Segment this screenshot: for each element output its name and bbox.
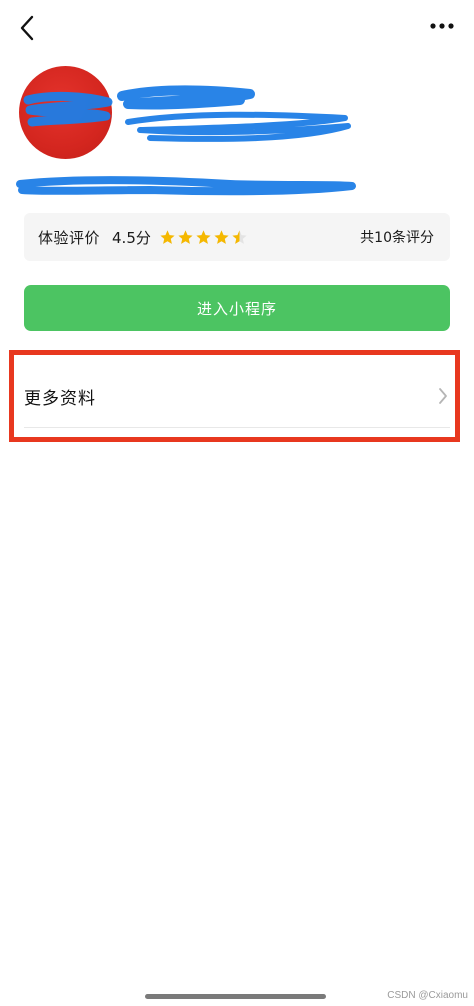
star-icon bbox=[160, 229, 175, 244]
avatar bbox=[19, 66, 112, 159]
chevron-right-icon bbox=[438, 387, 448, 405]
home-indicator[interactable] bbox=[145, 994, 326, 999]
top-nav-bar bbox=[0, 0, 474, 56]
more-options-button[interactable] bbox=[426, 12, 458, 40]
star-icon bbox=[196, 229, 211, 244]
more-dots-icon bbox=[430, 23, 454, 29]
star-icon bbox=[178, 229, 193, 244]
rating-score: 4.5分 bbox=[112, 228, 151, 247]
star-icon bbox=[232, 229, 247, 244]
enter-mini-program-button[interactable]: 进入小程序 bbox=[24, 285, 450, 331]
star-icon bbox=[214, 229, 229, 244]
watermark: CSDN @Cxiaomu bbox=[387, 990, 468, 1001]
chevron-left-icon bbox=[20, 15, 34, 41]
more-info-label: 更多资料 bbox=[24, 388, 96, 409]
back-button[interactable] bbox=[12, 10, 42, 46]
rating-count: 共10条评分 bbox=[360, 230, 434, 246]
more-info-row[interactable]: 更多资料 bbox=[24, 366, 450, 426]
rating-label: 体验评价 bbox=[38, 228, 101, 247]
divider bbox=[24, 427, 450, 428]
rating-stars bbox=[159, 229, 248, 246]
rating-summary[interactable]: 体验评价 4.5分 共10条评分 bbox=[24, 213, 450, 261]
